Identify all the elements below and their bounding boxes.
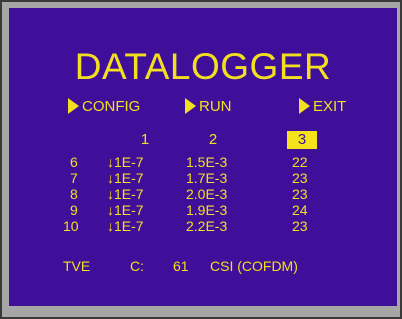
table-row: 6 ↓1E-7 1.5E-3 22 (9, 154, 397, 170)
cell-col3: 24 (292, 202, 308, 218)
row-index: 8 (70, 186, 78, 202)
cell-col1: ↓1E-7 (107, 170, 144, 186)
cell-col2: 1.5E-3 (186, 154, 228, 170)
cell-col2: 1.7E-3 (186, 170, 228, 186)
cell-col2: 1.9E-3 (186, 202, 228, 218)
row-index: 10 (63, 218, 79, 234)
footer-channel-label: C: (130, 258, 144, 274)
page-title: DATALOGGER (74, 46, 332, 87)
cell-col3: 23 (292, 170, 308, 186)
table-row: 9 ↓1E-7 1.9E-3 24 (9, 202, 397, 218)
cell-col3: 23 (292, 186, 308, 202)
column-header-2[interactable]: 2 (203, 131, 223, 149)
cell-col1: ↓1E-7 (107, 218, 144, 234)
triangle-right-icon (68, 98, 79, 115)
cell-col3: 23 (292, 218, 308, 234)
row-index: 6 (70, 154, 78, 170)
monitor-bezel: DATALOGGER CONFIG RUN EXIT 1 2 3 6 ↓1E-7… (0, 0, 402, 319)
menu-config[interactable]: CONFIG (68, 98, 140, 116)
cell-col2: 2.0E-3 (186, 186, 228, 202)
footer-channel-value: 61 (173, 258, 189, 274)
cell-col3: 22 (292, 154, 308, 170)
menu-run-label: RUN (199, 98, 232, 115)
row-index: 7 (70, 170, 78, 186)
table-row: 7 ↓1E-7 1.7E-3 23 (9, 170, 397, 186)
footer-standard: CSI (COFDM) (210, 258, 298, 274)
triangle-right-icon (299, 98, 310, 115)
footer-mode: TVE (63, 258, 91, 274)
datalogger-screen: DATALOGGER CONFIG RUN EXIT 1 2 3 6 ↓1E-7… (9, 8, 397, 306)
menu-exit-label: EXIT (313, 98, 347, 115)
cell-col1: ↓1E-7 (107, 202, 144, 218)
menu-exit[interactable]: EXIT (299, 98, 346, 116)
cell-col1: ↓1E-7 (107, 186, 144, 202)
row-index: 9 (70, 202, 78, 218)
menu-run[interactable]: RUN (185, 98, 232, 116)
cell-col1: ↓1E-7 (107, 154, 144, 170)
column-header-1[interactable]: 1 (135, 131, 155, 149)
cell-col2: 2.2E-3 (186, 218, 228, 234)
column-header-3-selected[interactable]: 3 (287, 131, 317, 149)
table-row: 10 ↓1E-7 2.2E-3 23 (9, 218, 397, 234)
menu-config-label: CONFIG (82, 98, 141, 115)
table-row: 8 ↓1E-7 2.0E-3 23 (9, 186, 397, 202)
triangle-right-icon (185, 98, 196, 115)
